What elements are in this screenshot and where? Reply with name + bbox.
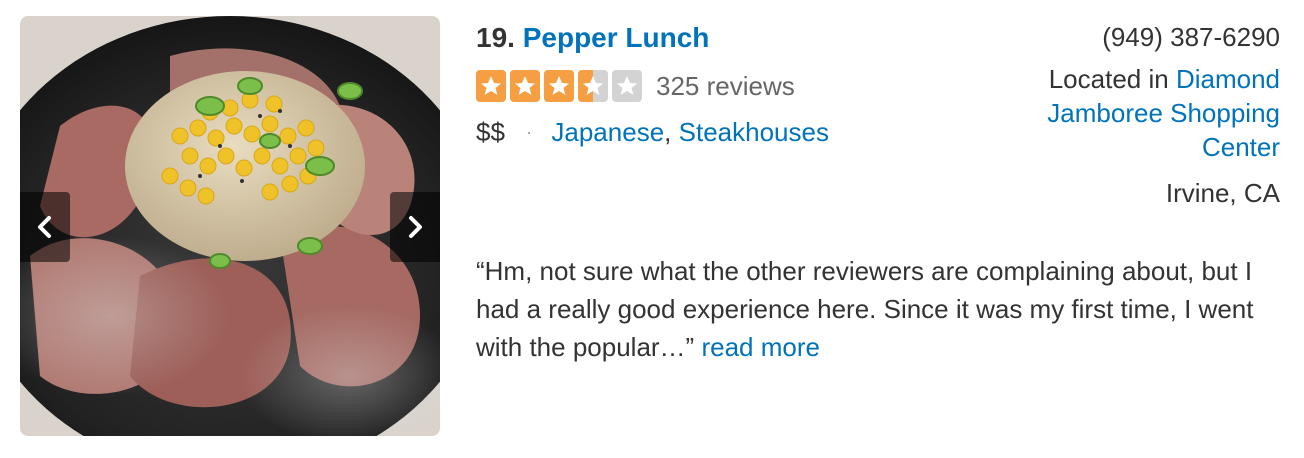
search-result-card: 19. Pepper Lunch 325 reviews $$ · Japane… (0, 0, 1304, 458)
business-photo[interactable] (20, 16, 440, 436)
category-link-japanese[interactable]: Japanese (551, 117, 664, 147)
located-in: Located in Diamond Jamboree Shopping Cen… (1000, 62, 1280, 164)
star-icon (612, 70, 642, 102)
chevron-left-icon (38, 216, 51, 238)
business-name-link[interactable]: Pepper Lunch (523, 22, 710, 53)
rating-row: 325 reviews (476, 68, 829, 104)
star-icon (544, 70, 574, 102)
photo-next-button[interactable] (390, 192, 440, 262)
located-prefix: Located in (1048, 64, 1169, 94)
star-icon (476, 70, 506, 102)
business-info: 19. Pepper Lunch 325 reviews $$ · Japane… (476, 20, 829, 148)
photo-prev-button[interactable] (20, 192, 70, 262)
star-icon (578, 70, 608, 102)
business-contact: (949) 387-6290 Located in Diamond Jambor… (1000, 20, 1280, 210)
business-title: 19. Pepper Lunch (476, 20, 829, 56)
business-rank: 19. (476, 22, 515, 53)
city: Irvine, CA (1165, 178, 1280, 208)
review-count: 325 reviews (656, 70, 795, 101)
star-rating (476, 70, 642, 102)
snippet-text: “Hm, not sure what the other reviewers a… (476, 256, 1254, 362)
star-icon (510, 70, 540, 102)
chevron-right-icon (409, 216, 422, 238)
read-more-link[interactable]: read more (701, 332, 820, 362)
price-range: $$ (476, 117, 505, 147)
food-photo-image (20, 16, 440, 436)
meta-separator: · (526, 122, 533, 142)
phone-number: (949) 387-6290 (1102, 22, 1280, 52)
review-snippet: “Hm, not sure what the other reviewers a… (476, 252, 1276, 366)
price-category-row: $$ · Japanese, Steakhouses (476, 116, 829, 148)
category-comma: , (664, 117, 672, 147)
category-link-steakhouses[interactable]: Steakhouses (679, 117, 829, 147)
